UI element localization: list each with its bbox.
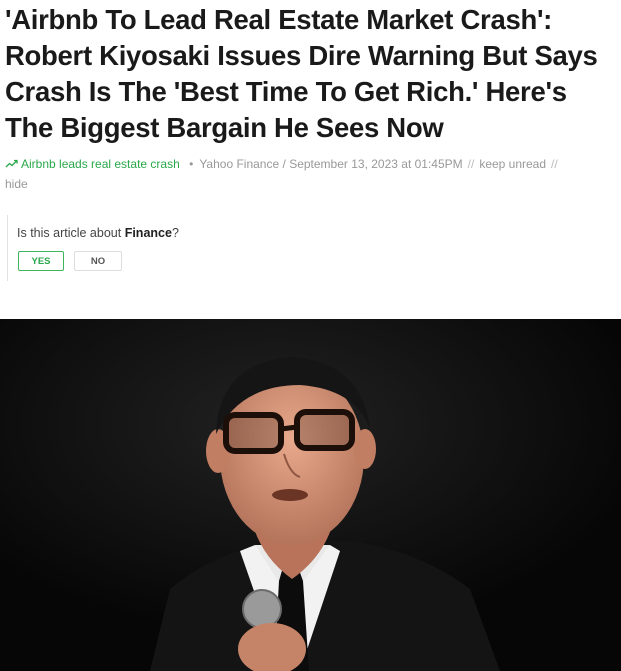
keep-unread-link[interactable]: keep unread — [479, 157, 546, 171]
survey-topic: Finance — [124, 226, 172, 240]
trend-label: Airbnb leads real estate crash — [21, 157, 180, 171]
survey-question: Is this article about Finance? — [17, 226, 297, 240]
article-headline[interactable]: 'Airbnb To Lead Real Estate Market Crash… — [5, 2, 617, 146]
separator: // — [467, 157, 475, 171]
trending-up-icon — [5, 159, 18, 168]
article-source: Yahoo Finance — [199, 157, 280, 171]
article-meta: Airbnb leads real estate crash • Yahoo Fi… — [5, 154, 605, 194]
article-date: September 13, 2023 at 01:45PM — [289, 157, 463, 171]
hide-link[interactable]: hide — [5, 177, 28, 191]
trend-link[interactable]: Airbnb leads real estate crash — [5, 157, 183, 171]
article-photo-illustration — [0, 319, 621, 671]
survey-question-mark: ? — [171, 226, 179, 240]
meta-dot-separator: • — [189, 157, 194, 171]
survey-question-text: Is this article about — [17, 226, 125, 240]
no-button[interactable]: NO — [74, 251, 122, 271]
source-date-separator: / — [282, 157, 286, 171]
separator: // — [551, 157, 558, 171]
topic-survey: Is this article about Finance? YES NO — [7, 215, 297, 281]
article-photo — [0, 319, 621, 671]
yes-button[interactable]: YES — [18, 251, 64, 271]
